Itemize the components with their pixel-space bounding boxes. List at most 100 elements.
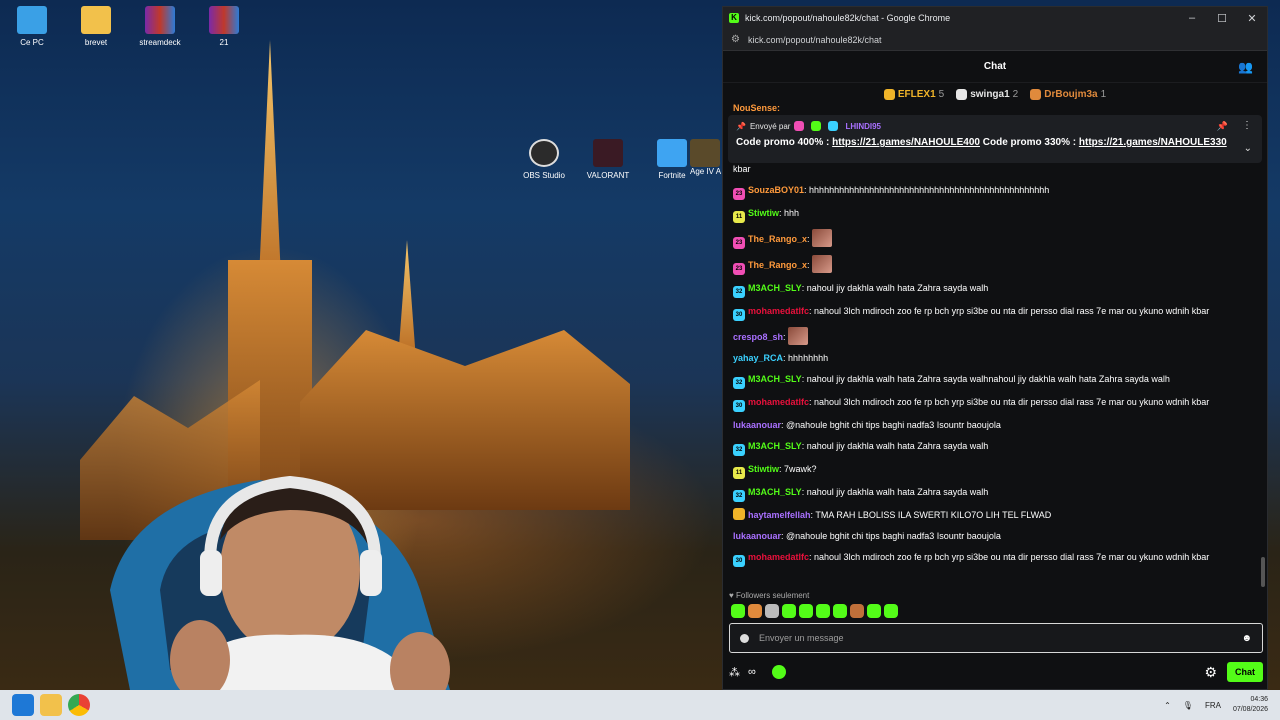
message-username[interactable]: crespo8_sh [733, 332, 783, 342]
desktop-icon-brevet[interactable]: brevet [61, 6, 131, 47]
desktop-icon-obs[interactable]: OBS Studio [509, 139, 579, 180]
message-username[interactable]: mohamedatlfc [748, 397, 809, 407]
infinity-icon[interactable]: ∞ [748, 666, 756, 678]
kick-coin-icon[interactable] [771, 665, 786, 679]
points-icon[interactable]: ⁂ [729, 666, 740, 679]
leader-count: 1 [1100, 88, 1107, 100]
message-text: nahoul 3lch mdiroch zoo fe rp bch yrp si… [814, 397, 1210, 407]
message-username[interactable]: mohamedatlfc [748, 552, 809, 562]
emoji-icon[interactable]: ☻ [1241, 633, 1252, 644]
emote-image[interactable] [812, 229, 833, 247]
message-username[interactable]: The_Rango_x [748, 234, 807, 244]
pinned-sender[interactable]: LHINDI95 [845, 122, 881, 131]
desktop-icon-streamdeck[interactable]: streamdeck [125, 6, 195, 47]
message-username[interactable]: lukaanouar [733, 531, 781, 541]
message-input[interactable]: Envoyer un message ☻ [729, 623, 1263, 653]
message-text: nahoul 3lch mdiroch zoo fe rp bch yrp si… [814, 552, 1210, 562]
send-chat-button[interactable]: Chat [1227, 662, 1263, 682]
message-username[interactable]: Stiwtiw [748, 208, 779, 218]
maximize-button[interactable]: ☐ [1207, 12, 1237, 25]
minimize-button[interactable]: – [1177, 12, 1207, 25]
chrome-icon[interactable] [68, 694, 90, 716]
scrollbar[interactable] [1261, 557, 1265, 587]
subscriber-badge-icon: 11 [733, 467, 745, 479]
title-bar: K kick.com/popout/nahoule82k/chat - Goog… [723, 7, 1267, 29]
quick-emotes-bar [731, 604, 898, 618]
followers-only-notice: ♥ Followers seulement [729, 591, 810, 600]
message-text: nahoul jiy dakhla walh hata Zahra sayda … [806, 487, 989, 497]
more-options-icon[interactable]: ⋮ [1242, 120, 1252, 131]
emote-button[interactable] [867, 604, 881, 618]
unpin-icon[interactable]: 📌 [1217, 121, 1228, 132]
promo-link-1[interactable]: https://21.games/NAHOULE400 [832, 137, 980, 148]
emote-button[interactable] [748, 604, 762, 618]
window-title: kick.com/popout/nahoule82k/chat - Google… [745, 13, 951, 23]
rank-badge-icon [956, 88, 968, 100]
clock[interactable]: 04:36 07/08/2026 [1233, 695, 1268, 715]
chevron-down-icon[interactable]: ⌄ [1244, 143, 1252, 154]
emote-image[interactable] [812, 255, 833, 273]
rank-badge-icon [883, 88, 895, 100]
language-indicator[interactable]: FRA [1205, 701, 1221, 710]
leader-2[interactable]: swinga1 2 [956, 88, 1018, 100]
chevron-up-icon[interactable]: ⌃ [1164, 701, 1171, 710]
message-text: nahoul jiy dakhla walh hata Zahra sayda … [806, 441, 989, 451]
lock-icon [740, 633, 749, 643]
chat-footer: ⁂ ∞ ⚙ Chat [729, 661, 1263, 683]
message-text: hhhhhhhh [788, 353, 829, 363]
chat-message: 30 mohamedatlfc: nahoul 3lch mdiroch zoo … [733, 395, 1263, 412]
close-button[interactable]: ✕ [1237, 12, 1267, 25]
emote-button[interactable] [833, 604, 847, 618]
chat-message: 32 M3ACH_SLY: nahoul jiy dakhla walh hata… [733, 485, 1263, 502]
emote-button[interactable] [816, 604, 830, 618]
desktop-icon-this-pc[interactable]: Ce PC [0, 6, 67, 47]
desktop-icon-valorant[interactable]: VALORANT [573, 139, 643, 180]
message-username[interactable]: M3ACH_SLY [748, 374, 802, 384]
message-username[interactable]: M3ACH_SLY [748, 487, 802, 497]
leader-3[interactable]: DrBoujm3a 1 [1030, 88, 1107, 100]
microphone-icon[interactable]: 🎙 [1183, 701, 1193, 710]
emote-button[interactable] [799, 604, 813, 618]
subscriber-badge-icon: 23 [733, 188, 745, 200]
subscriber-badge-icon: 30 [733, 400, 745, 412]
subscriber-badge-icon: 30 [733, 555, 745, 567]
taskbar: ⌃ 🎙 FRA 04:36 07/08/2026 [0, 690, 1280, 720]
message-username[interactable]: haytamelfellah [748, 510, 811, 520]
gear-icon[interactable]: ⚙ [1204, 664, 1217, 681]
message-username[interactable]: yahay_RCA [733, 353, 783, 363]
subscriber-badge-icon: 11 [733, 211, 745, 223]
site-settings-icon[interactable]: ⚙ [731, 34, 740, 45]
message-text: hhh [784, 208, 800, 218]
message-username[interactable]: M3ACH_SLY [748, 441, 802, 451]
file-explorer-icon[interactable] [40, 694, 62, 716]
emote-button[interactable] [765, 604, 779, 618]
subscriber-badge-icon: 32 [733, 377, 745, 389]
promo-link-2[interactable]: https://21.games/NAHOULE330 [1079, 137, 1227, 148]
emote-button[interactable] [850, 604, 864, 618]
clock-date: 07/08/2026 [1232, 706, 1268, 713]
message-text: nahoul jiy dakhla walh hata Zahra sayda … [806, 283, 989, 293]
leader-1[interactable]: EFLEX1 5 [883, 88, 944, 100]
message-username[interactable]: SouzaBOY01 [748, 185, 804, 195]
emote-image[interactable] [788, 327, 809, 345]
emote-button[interactable] [782, 604, 796, 618]
message-text: nahoul jiy dakhla walh hata Zahra sayda … [806, 374, 1170, 384]
desktop-icon-21[interactable]: 21 [189, 6, 259, 47]
message-text: 7wawk? [784, 464, 817, 474]
leader-name: EFLEX1 [897, 88, 936, 100]
emote-button[interactable] [884, 604, 898, 618]
subscriber-badge-icon: 23 [733, 237, 745, 249]
message-username[interactable]: M3ACH_SLY [748, 283, 802, 293]
chat-message: lukaanouar: @nahoule bghit chi tips bagh… [733, 529, 1263, 544]
message-username[interactable]: The_Rango_x [748, 260, 807, 270]
desktop-icon-age[interactable]: Age IV A [690, 139, 722, 176]
emote-button[interactable] [731, 604, 745, 618]
message-username[interactable]: Stiwtiw [748, 464, 779, 474]
message-username[interactable]: mohamedatlfc [748, 306, 809, 316]
message-text: kbar [733, 164, 751, 174]
address-bar[interactable]: ⚙ kick.com/popout/nahoule82k/chat [723, 29, 1267, 51]
users-icon[interactable]: 👥 [1238, 60, 1253, 74]
chat-message: crespo8_sh: [733, 327, 1263, 345]
message-username[interactable]: lukaanouar [733, 420, 781, 430]
start-icon[interactable] [12, 694, 34, 716]
